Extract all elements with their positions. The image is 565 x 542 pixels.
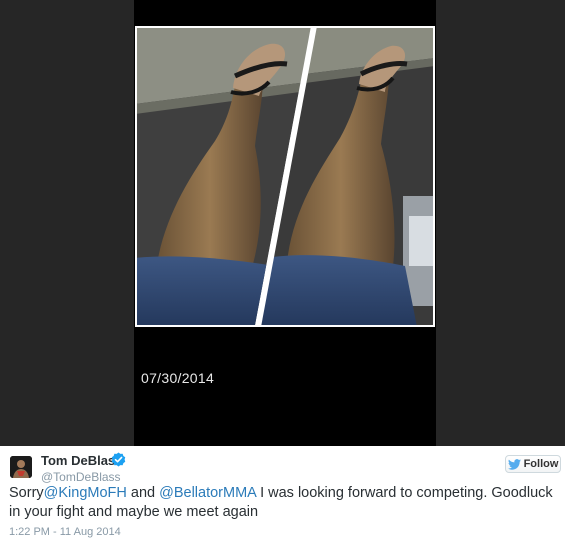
- tweet-photo[interactable]: [135, 26, 435, 327]
- twitter-bird-icon: [507, 458, 521, 470]
- avatar-image: [10, 456, 32, 478]
- tweet-text-part: and: [126, 485, 160, 501]
- mention-link-bellatormma[interactable]: @BellatorMMA: [159, 485, 256, 501]
- split-leg-photo: [137, 26, 433, 327]
- follow-button-label: Follow: [523, 458, 559, 470]
- tweet-card: Tom DeBlass @TomDeBlass Follow Sorry@Kin…: [0, 446, 565, 542]
- avatar[interactable]: [10, 456, 32, 478]
- tweet-timestamp[interactable]: 1:22 PM - 11 Aug 2014: [9, 526, 121, 538]
- tweet-text: Sorry@KingMoFH and @BellatorMMA I was lo…: [9, 484, 559, 522]
- tweet-text-part: Sorry: [9, 485, 44, 501]
- photo-date-stamp: 07/30/2014: [141, 370, 215, 386]
- mention-link-kingmofh[interactable]: @KingMoFH: [44, 485, 127, 501]
- verified-badge-icon: [111, 452, 126, 467]
- follow-button[interactable]: Follow: [505, 455, 561, 473]
- author-handle[interactable]: @TomDeBlass: [41, 470, 121, 484]
- tweet-media: 07/30/2014: [0, 0, 565, 446]
